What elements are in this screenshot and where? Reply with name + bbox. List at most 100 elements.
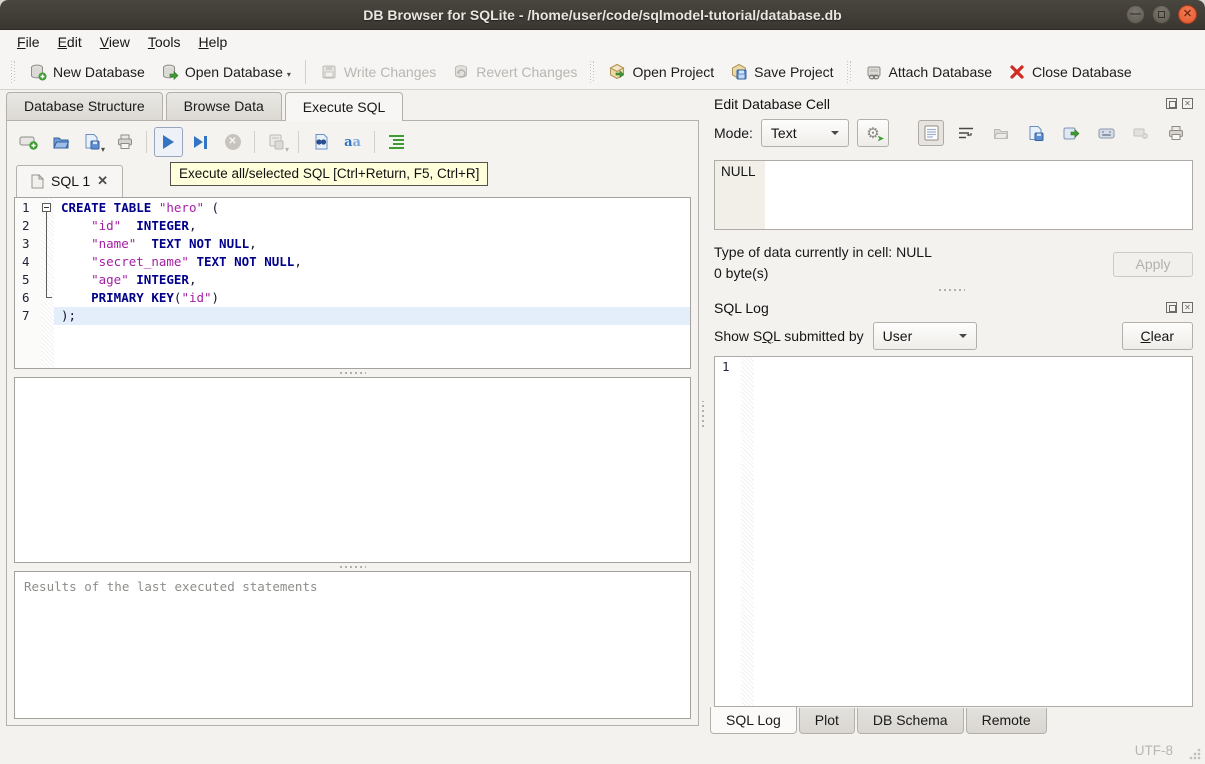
- results-message-area[interactable]: Results of the last executed statements: [14, 571, 691, 719]
- auto-switch-mode-button[interactable]: ⚙ ➤: [856, 119, 889, 147]
- sql-editor[interactable]: 1 2 3 4 5 6 7 CREATE TABLE "hero" ( "id" INTEG…: [14, 197, 691, 369]
- log-source-select[interactable]: User: [872, 322, 977, 350]
- close-dock-icon[interactable]: ✕: [1182, 98, 1193, 109]
- write-changes-button[interactable]: Write Changes: [312, 58, 444, 86]
- editor-line[interactable]: PRIMARY KEY("id"): [61, 289, 690, 307]
- clear-log-button[interactable]: Clear: [1121, 322, 1193, 350]
- find-button[interactable]: [306, 127, 335, 157]
- attach-database-button[interactable]: Attach Database: [857, 58, 1001, 86]
- text-view-button[interactable]: [918, 120, 944, 146]
- attach-database-label: Attach Database: [888, 63, 993, 80]
- dock-tab-plot[interactable]: Plot: [798, 708, 855, 734]
- sql1-tab[interactable]: SQL 1 ✕: [16, 165, 124, 197]
- format-sql-button[interactable]: [382, 127, 411, 157]
- editor-fold-column[interactable]: [41, 198, 54, 368]
- export-cell-button[interactable]: [1023, 120, 1049, 146]
- auto-complete-button[interactable]: aa: [338, 127, 367, 157]
- execute-line-button[interactable]: [186, 127, 215, 157]
- import-cell-button[interactable]: [988, 120, 1014, 146]
- right-dock: Edit Database Cell ✕ Mode: Text ⚙ ➤ NULL…: [707, 90, 1205, 737]
- dock-tab-sql-log[interactable]: SQL Log: [710, 707, 797, 734]
- sql-log-title-label: SQL Log: [714, 299, 769, 316]
- close-button[interactable]: ✕: [1178, 5, 1197, 24]
- main-toolbar: New Database Open Database ▾ Write Chang…: [0, 54, 1205, 90]
- splitter-results-messages[interactable]: [12, 563, 693, 571]
- toolbar-grip[interactable]: [846, 60, 852, 83]
- splitter-dock-sections[interactable]: [707, 286, 1196, 294]
- write-changes-label: Write Changes: [343, 63, 437, 80]
- set-null-button[interactable]: [1128, 120, 1154, 146]
- save-project-button[interactable]: Save Project: [722, 58, 841, 86]
- editor-code[interactable]: CREATE TABLE "hero" ( "id" INTEGER, "nam…: [54, 198, 690, 368]
- save-results-button[interactable]: ▾: [262, 127, 291, 157]
- new-database-label: New Database: [53, 63, 145, 80]
- editor-line[interactable]: "id" INTEGER,: [61, 217, 690, 235]
- maximize-button[interactable]: [1152, 5, 1171, 24]
- title-bar[interactable]: DB Browser for SQLite - /home/user/code/…: [0, 0, 1205, 30]
- open-project-icon: [608, 63, 626, 81]
- editor-line[interactable]: );: [54, 307, 690, 325]
- menu-bar: File Edit View Tools Help: [0, 30, 1205, 54]
- tab-database-structure[interactable]: Database Structure: [6, 92, 163, 120]
- format-sql-icon: [389, 133, 404, 151]
- mode-value: Text: [770, 125, 797, 141]
- sql-log-area[interactable]: 1: [714, 356, 1193, 707]
- dock-tab-db-schema[interactable]: DB Schema: [856, 708, 964, 734]
- open-database-dropdown-icon[interactable]: ▾: [287, 70, 291, 81]
- float-dock-icon[interactable]: [1166, 98, 1177, 109]
- minimize-button[interactable]: —: [1126, 5, 1145, 24]
- toolbar-grip[interactable]: [590, 60, 596, 83]
- open-sql-file-button[interactable]: [46, 127, 75, 157]
- text-document-icon: [924, 125, 938, 141]
- menu-help[interactable]: Help: [190, 32, 237, 52]
- close-dock-icon[interactable]: ✕: [1182, 302, 1193, 313]
- dock-tab-remote[interactable]: Remote: [965, 708, 1047, 734]
- editor-line[interactable]: "secret_name" TEXT NOT NULL,: [61, 253, 690, 271]
- open-url-button[interactable]: [1093, 120, 1119, 146]
- editor-line-numbers: 1 2 3 4 5 6 7: [15, 198, 41, 368]
- toolbar-grip[interactable]: [11, 60, 16, 83]
- menu-file[interactable]: File: [8, 32, 49, 52]
- export-data-button[interactable]: [1058, 120, 1084, 146]
- cell-editor-area[interactable]: NULL: [714, 160, 1193, 230]
- new-database-button[interactable]: New Database: [21, 58, 153, 86]
- save-sql-file-button[interactable]: ▾: [78, 127, 107, 157]
- fold-marker-icon[interactable]: [42, 203, 51, 212]
- mode-select[interactable]: Text: [760, 119, 849, 147]
- cell-editor-input[interactable]: [765, 161, 1192, 229]
- log-content[interactable]: [754, 357, 1192, 706]
- stop-execution-button[interactable]: ✕: [218, 127, 247, 157]
- resize-grip[interactable]: [1189, 748, 1201, 760]
- open-project-button[interactable]: Open Project: [600, 58, 722, 86]
- splitter-main-dock[interactable]: [699, 90, 707, 737]
- fold-line: [46, 212, 47, 297]
- print-cell-button[interactable]: [1163, 120, 1189, 146]
- editor-line[interactable]: CREATE TABLE "hero" (: [61, 199, 690, 217]
- results-grid[interactable]: [14, 377, 691, 563]
- menu-view[interactable]: View: [91, 32, 139, 52]
- menu-tools[interactable]: Tools: [139, 32, 190, 52]
- tab-browse-data[interactable]: Browse Data: [165, 92, 282, 120]
- save-sql-dropdown-icon[interactable]: ▾: [101, 145, 105, 156]
- revert-changes-button[interactable]: Revert Changes: [444, 58, 585, 86]
- open-database-button[interactable]: Open Database ▾: [153, 58, 299, 86]
- encoding-indicator[interactable]: UTF-8: [1135, 743, 1173, 758]
- menu-edit[interactable]: Edit: [49, 32, 91, 52]
- close-database-button[interactable]: Close Database: [1000, 58, 1140, 86]
- line-number: 5: [22, 272, 30, 287]
- editor-line[interactable]: "name" TEXT NOT NULL,: [61, 235, 690, 253]
- execute-tooltip: Execute all/selected SQL [Ctrl+Return, F…: [170, 162, 489, 186]
- splitter-editor-results[interactable]: [12, 369, 693, 377]
- editor-line[interactable]: "age" INTEGER,: [61, 271, 690, 289]
- line-number: 7: [22, 308, 30, 323]
- print-sql-button[interactable]: [110, 127, 139, 157]
- sql1-tab-close-icon[interactable]: ✕: [97, 173, 108, 189]
- word-wrap-button[interactable]: [953, 120, 979, 146]
- new-sql-tab-button[interactable]: [14, 127, 43, 157]
- cell-value: NULL: [715, 161, 765, 229]
- window-title: DB Browser for SQLite - /home/user/code/…: [363, 6, 842, 23]
- tab-execute-sql[interactable]: Execute SQL: [284, 92, 404, 121]
- execute-all-button[interactable]: [154, 127, 183, 157]
- float-dock-icon[interactable]: [1166, 302, 1177, 313]
- apply-button[interactable]: Apply: [1113, 251, 1193, 277]
